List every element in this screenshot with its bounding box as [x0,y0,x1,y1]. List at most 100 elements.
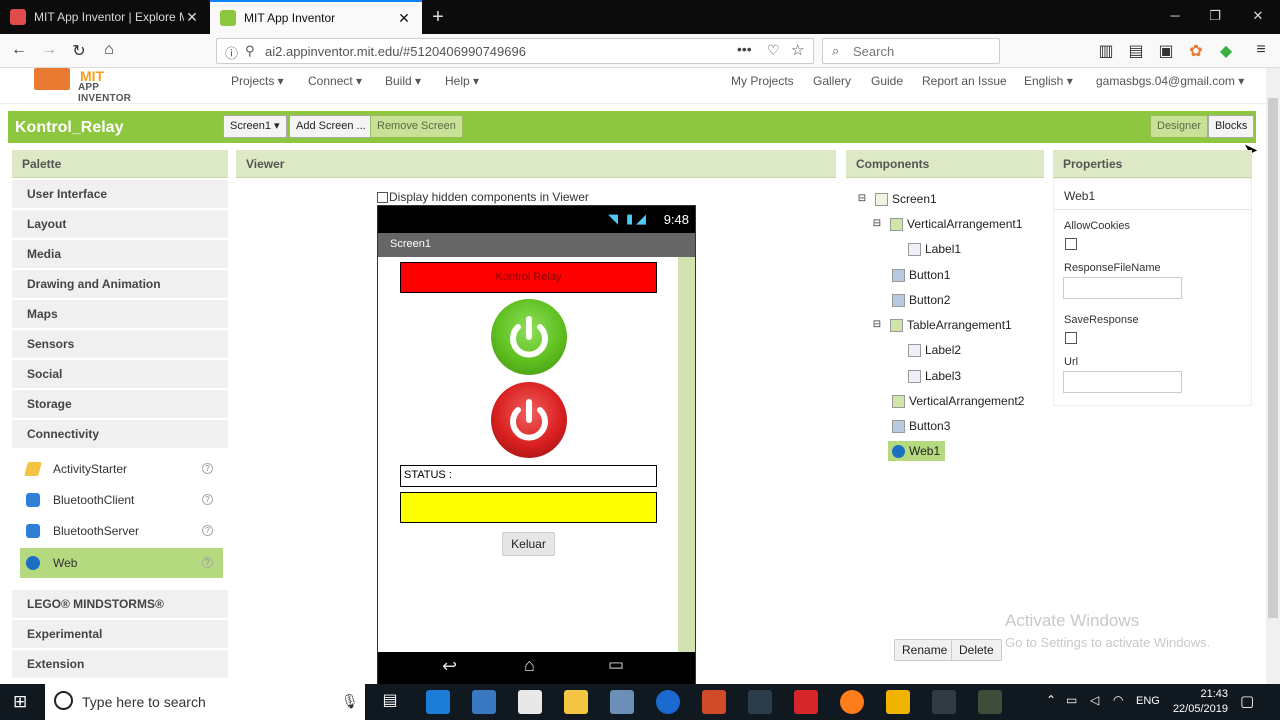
collapse-icon[interactable]: ⊟ [857,194,867,204]
display-hidden-toggle[interactable]: Display hidden components in Viewer [377,190,589,204]
back-icon[interactable]: ← [8,41,30,61]
reload-icon[interactable]: ↻ [68,41,90,61]
palette-category-layout[interactable]: Layout [12,210,228,239]
allowcookies-checkbox[interactable] [1065,238,1077,250]
label1-kontrol-relay[interactable]: Kontrol Relay [400,262,657,293]
palette-category-user-interface[interactable]: User Interface [12,180,228,209]
permissions-icon[interactable]: ⚲ [245,43,255,59]
palette-category-lego[interactable]: LEGO® MINDSTORMS® [12,590,228,619]
file-explorer-icon[interactable] [564,690,588,714]
status-label[interactable]: STATUS : [400,465,657,487]
saveresponse-checkbox[interactable] [1065,332,1077,344]
app2-icon[interactable] [748,690,772,714]
tree-node-verticalarrangement1[interactable]: ⊟ VerticalArrangement1 [872,214,1023,234]
app3-icon[interactable] [886,690,910,714]
power-off-button[interactable] [491,382,567,458]
tree-node-button3[interactable]: Button3 [892,416,950,436]
url-input[interactable] [1063,371,1182,393]
window-close-icon[interactable]: ✕ [1243,8,1273,24]
extension2-icon[interactable]: ◆ [1215,41,1237,61]
flash-icon[interactable] [794,690,818,714]
phone-recents-icon[interactable]: ▭ [608,655,624,675]
close-tab-icon[interactable]: ✕ [184,9,200,26]
task-view-icon[interactable]: ▤ [378,690,402,714]
network-icon[interactable]: ▭ [1066,693,1077,707]
tab-explore-mit[interactable]: MIT App Inventor | Explore MIT ✕ [0,0,210,34]
browser-search-box[interactable]: ⌕ Search [822,38,1000,64]
extension-icon[interactable]: ✿ [1185,41,1207,61]
minimize-icon[interactable]: ─ [1160,8,1190,23]
new-tab-icon[interactable]: + [428,6,448,29]
link-gallery[interactable]: Gallery [813,74,851,88]
language-select[interactable]: English ▾ [1024,74,1073,88]
mail-icon[interactable] [518,690,542,714]
designer-button[interactable]: Designer [1150,115,1209,138]
delete-button[interactable]: Delete [951,639,1002,661]
store-icon[interactable] [472,690,496,714]
link-report-issue[interactable]: Report an Issue [922,74,1007,88]
phone-back-icon[interactable]: ↩ [442,656,457,677]
palette-category-maps[interactable]: Maps [12,300,228,329]
library-icon[interactable]: ▥ [1095,41,1117,61]
matlab-icon[interactable] [702,690,726,714]
pocket-icon[interactable]: ♡ [767,42,780,59]
menu-icon[interactable]: ≡ [1250,41,1272,61]
app5-icon[interactable] [978,690,1002,714]
screen-select-button[interactable]: Screen1 ▾ [223,115,287,138]
palette-category-drawing[interactable]: Drawing and Animation [12,270,228,299]
screenshot-icon[interactable]: ▣ [1155,41,1177,61]
tray-chevron-icon[interactable]: ⌃ [1046,693,1056,707]
app-icon[interactable] [610,690,634,714]
palette-category-connectivity[interactable]: Connectivity [12,420,228,449]
checkbox-icon[interactable] [377,191,388,203]
taskbar-search[interactable]: Type here to search 🎙 [45,684,365,720]
help-icon[interactable]: ? [202,557,213,568]
taskbar-clock[interactable]: 21:43 22/05/2019 [1172,687,1228,717]
status-value-label[interactable] [400,492,657,523]
tree-node-label1[interactable]: Label1 [908,239,961,259]
rename-button[interactable]: Rename [894,639,956,661]
bookmark-star-icon[interactable]: ☆ [791,41,804,59]
blocks-button[interactable]: Blocks [1208,115,1255,138]
wifi-tray-icon[interactable]: ◠ [1113,693,1123,707]
palette-category-sensors[interactable]: Sensors [12,330,228,359]
remove-screen-button[interactable]: Remove Screen [370,115,463,138]
menu-connect[interactable]: Connect ▾ [308,74,362,88]
page-scrollbar[interactable] [1266,68,1280,684]
phone-scrollbar[interactable] [678,257,695,652]
app4-icon[interactable] [932,690,956,714]
bluetooth-taskbar-icon[interactable] [656,690,680,714]
tree-node-label2[interactable]: Label2 [908,340,961,360]
link-my-projects[interactable]: My Projects [731,74,794,88]
restore-icon[interactable]: ❐ [1200,8,1230,24]
tree-node-button2[interactable]: Button2 [892,290,950,310]
phone-home-icon[interactable]: ⌂ [524,655,535,676]
tab-mit-app-inventor[interactable]: MIT App Inventor ✕ [210,0,422,34]
language-indicator[interactable]: ENG [1136,695,1160,707]
menu-help[interactable]: Help ▾ [445,74,479,88]
help-icon[interactable]: ? [202,525,213,536]
page-actions-icon[interactable]: ••• [737,41,752,57]
volume-icon[interactable]: ◁ [1090,693,1099,707]
collapse-icon[interactable]: ⊟ [872,320,882,330]
tree-node-label3[interactable]: Label3 [908,366,961,386]
menu-projects[interactable]: Projects ▾ [231,74,284,88]
palette-item-bluetoothserver[interactable]: BluetoothServer ? [20,516,223,546]
power-on-button[interactable] [491,299,567,375]
home-icon[interactable]: ⌂ [98,41,120,61]
palette-category-extension[interactable]: Extension [12,650,228,679]
account-menu[interactable]: gamasbgs.04@gmail.com ▾ [1096,74,1244,88]
info-icon[interactable]: ⓘ [225,43,238,62]
menu-build[interactable]: Build ▾ [385,74,421,88]
link-guide[interactable]: Guide [871,74,903,88]
notification-icon[interactable]: ▢ [1240,692,1254,710]
sidebar-icon[interactable]: ▤ [1125,41,1147,61]
responsefilename-input[interactable] [1063,277,1182,299]
close-tab-icon[interactable]: ✕ [396,10,412,27]
palette-category-media[interactable]: Media [12,240,228,269]
page-scrollbar-thumb[interactable] [1268,98,1278,618]
mit-app-inventor-logo[interactable]: MIT APP INVENTOR [30,68,150,104]
palette-category-storage[interactable]: Storage [12,390,228,419]
palette-category-experimental[interactable]: Experimental [12,620,228,649]
tree-node-tablearrangement1[interactable]: ⊟ TableArrangement1 [872,315,1012,335]
